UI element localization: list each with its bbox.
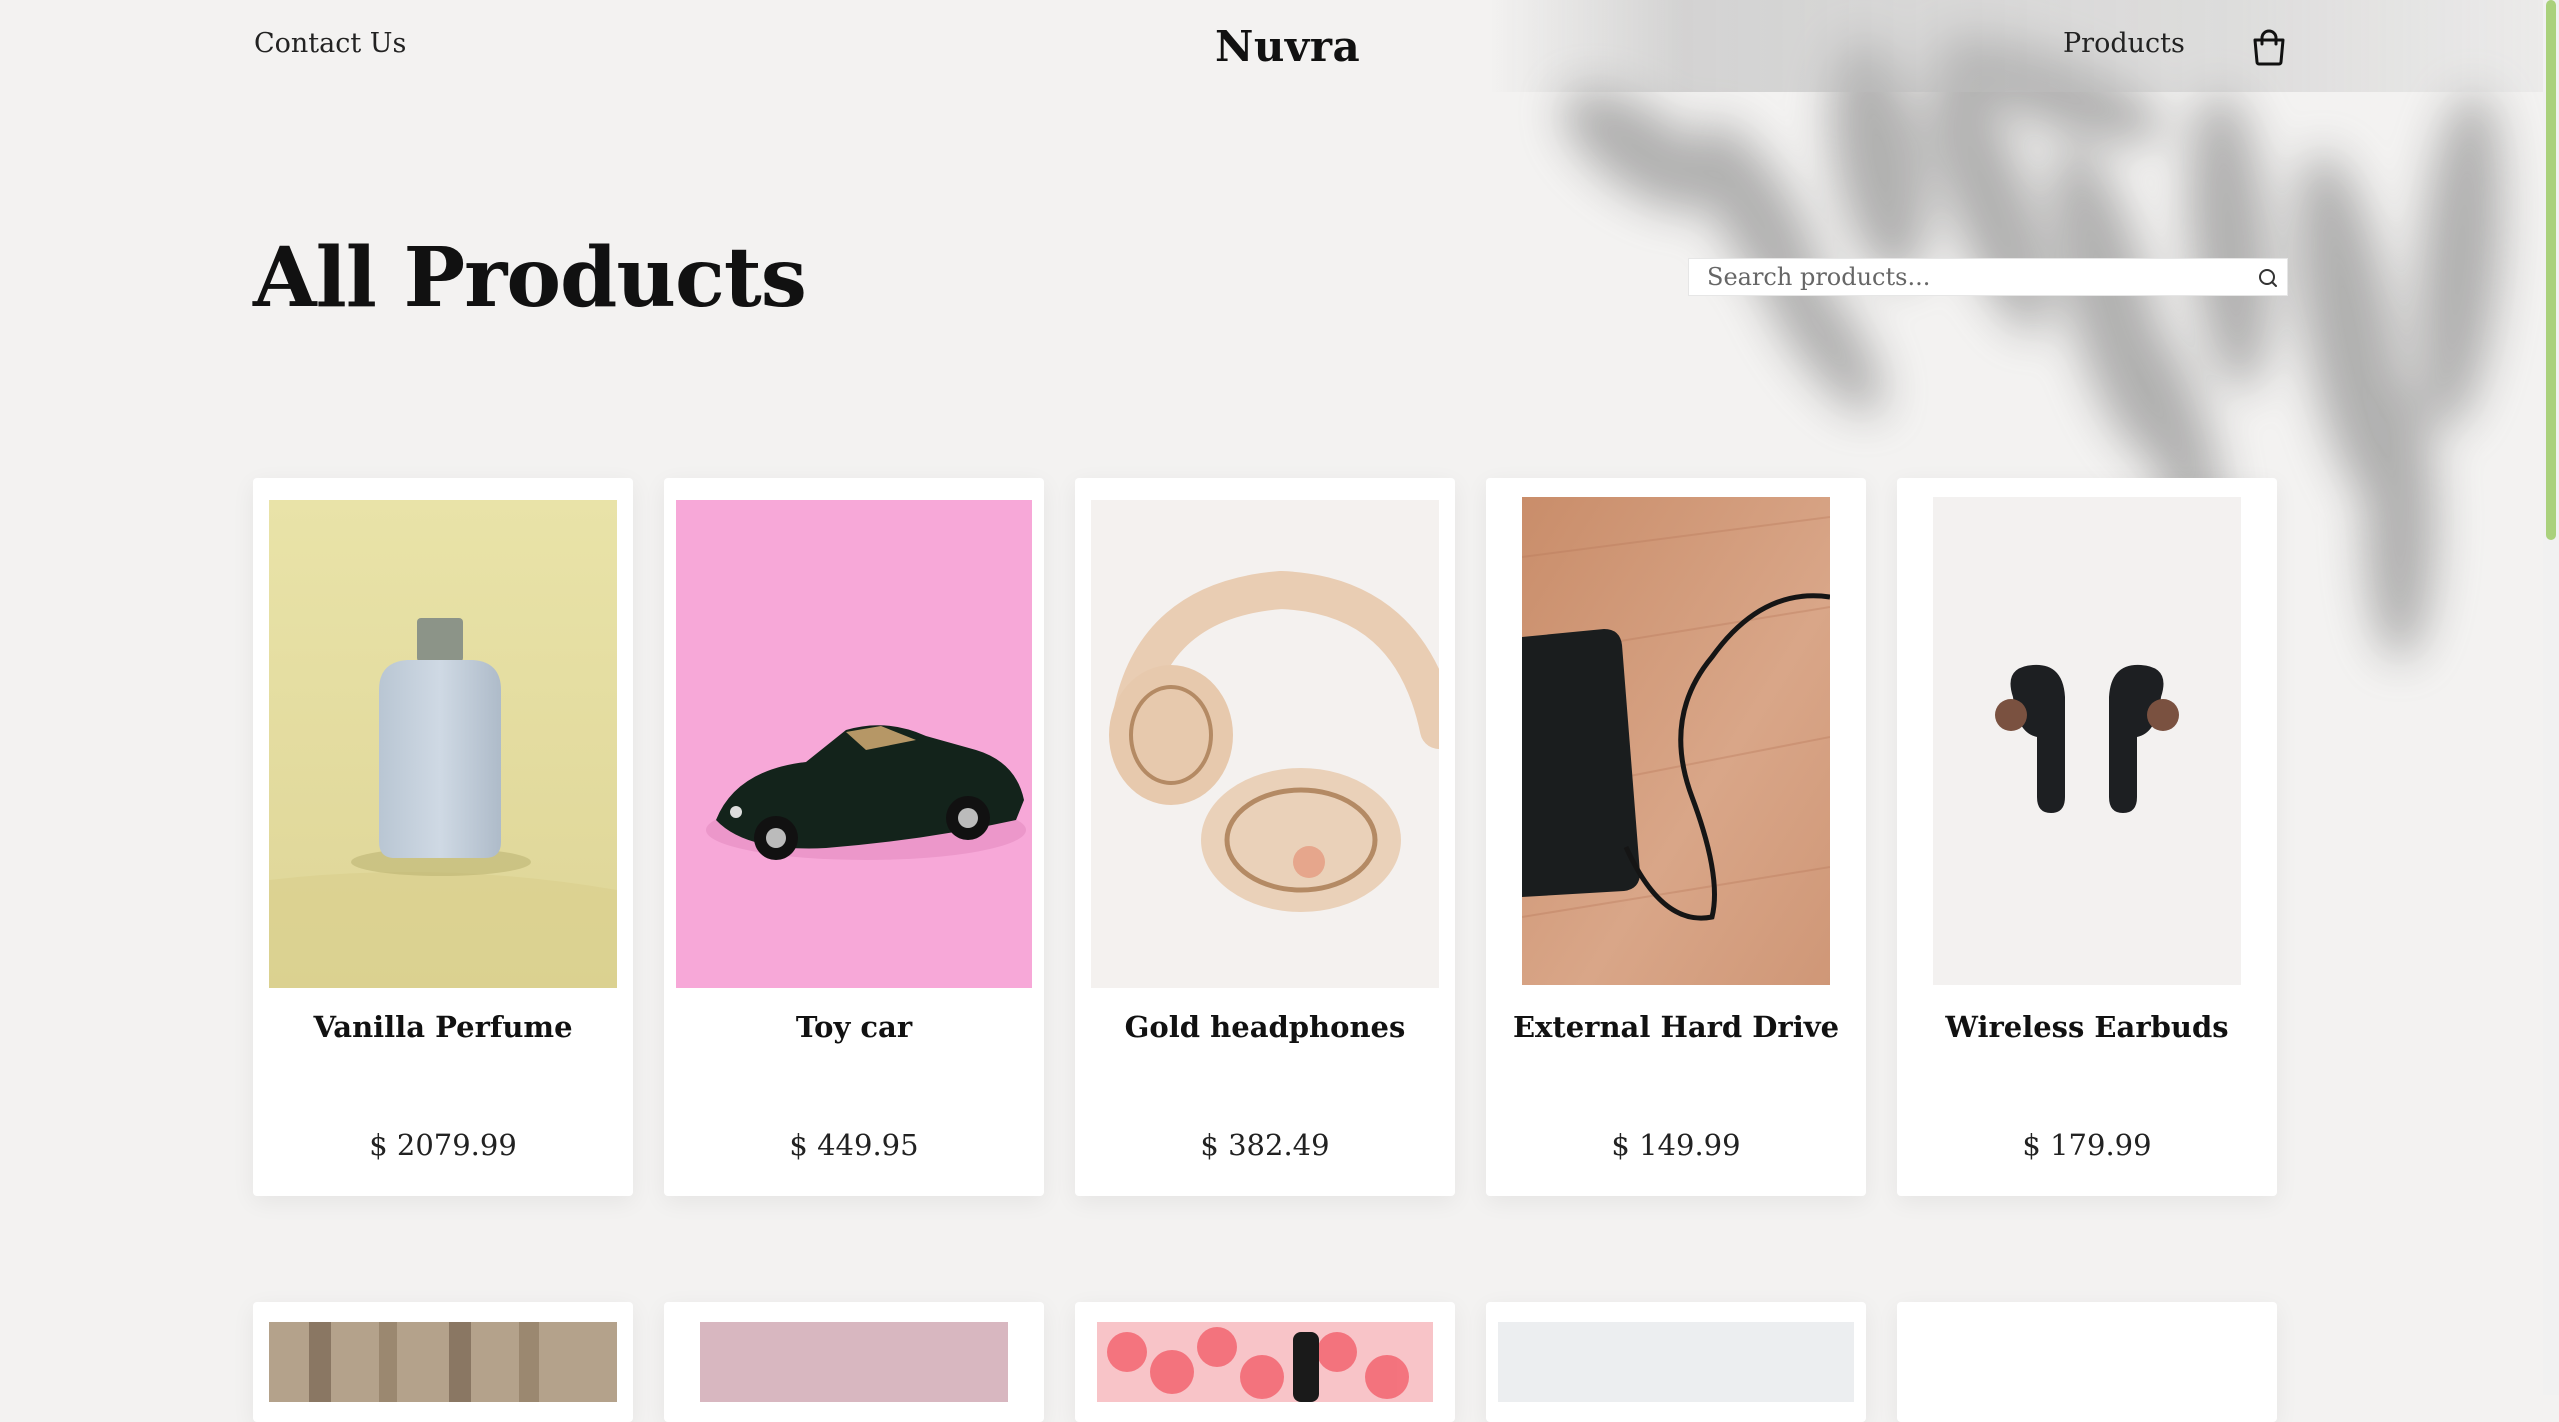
search-input[interactable] xyxy=(1689,259,2247,295)
product-price: $ 382.49 xyxy=(1200,1128,1330,1162)
product-card[interactable] xyxy=(253,1302,633,1422)
product-card[interactable]: Gold headphones $ 382.49 xyxy=(1075,478,1455,1196)
product-name: Toy car xyxy=(795,1010,913,1044)
product-image xyxy=(700,1322,1008,1402)
product-image xyxy=(269,1322,617,1402)
product-price: $ 2079.99 xyxy=(369,1128,517,1162)
search-box xyxy=(1688,258,2288,296)
product-name: External Hard Drive xyxy=(1512,1010,1840,1044)
product-image-vanilla-perfume xyxy=(269,500,617,988)
product-image-wireless-earbuds xyxy=(1933,497,2241,985)
product-image-external-hard-drive xyxy=(1522,497,1830,985)
product-card[interactable]: Wireless Earbuds $ 179.99 xyxy=(1897,478,2277,1196)
product-card[interactable] xyxy=(1897,1302,2277,1422)
products-link[interactable]: Products xyxy=(2063,28,2185,59)
scrollbar-thumb[interactable] xyxy=(2546,0,2556,540)
product-price: $ 149.99 xyxy=(1611,1128,1741,1162)
top-navigation-bar: Contact Us Nuvra Products xyxy=(0,0,2559,92)
product-price: $ 179.99 xyxy=(2022,1128,2152,1162)
header-shadow-overlay xyxy=(1490,0,2559,92)
product-card[interactable] xyxy=(1486,1302,1866,1422)
brand-logo[interactable]: Nuvra xyxy=(1215,22,1360,71)
product-image xyxy=(1498,1322,1854,1402)
product-card[interactable]: External Hard Drive $ 149.99 xyxy=(1486,478,1866,1196)
product-price: $ 449.95 xyxy=(789,1128,919,1162)
product-name: Vanilla Perfume xyxy=(313,1010,573,1044)
page-title: All Products xyxy=(253,230,807,326)
product-image-gold-headphones xyxy=(1091,500,1439,988)
contact-us-link[interactable]: Contact Us xyxy=(254,28,406,59)
product-name: Gold headphones xyxy=(1124,1010,1406,1044)
product-card[interactable] xyxy=(664,1302,1044,1422)
product-image-toy-car xyxy=(676,500,1032,988)
product-card[interactable]: Toy car $ 449.95 xyxy=(664,478,1044,1196)
vertical-scrollbar[interactable] xyxy=(2543,0,2559,1395)
product-card[interactable] xyxy=(1075,1302,1455,1422)
product-image xyxy=(1097,1322,1433,1402)
search-icon[interactable] xyxy=(2257,267,2279,289)
product-name: Wireless Earbuds xyxy=(1945,1010,2229,1044)
product-card[interactable]: Vanilla Perfume $ 2079.99 xyxy=(253,478,633,1196)
shopping-bag-icon[interactable] xyxy=(2250,26,2288,66)
